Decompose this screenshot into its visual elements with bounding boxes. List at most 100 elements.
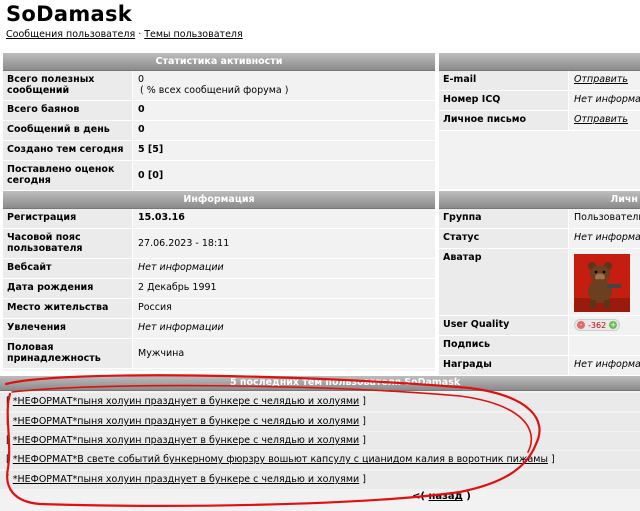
stat-row: Всего полезных сообщений 0( % всех сообщ…: [3, 71, 435, 101]
info-label: Дата рождения: [3, 279, 133, 298]
breadcrumb-separator: ·: [138, 29, 142, 40]
bracket: ]: [550, 454, 555, 465]
personal-header: Личн: [439, 191, 640, 209]
bracket: ]: [362, 474, 366, 485]
info-label: Часовой пояс пользователя: [3, 229, 133, 258]
stat-value: 5 [5]: [133, 141, 435, 160]
info-header: Информация: [3, 191, 435, 209]
contact-header: [439, 53, 640, 71]
topic-link[interactable]: *НЕФОРМАТ*пыня холуин празднует в бункер…: [13, 474, 359, 485]
bracket: ]: [362, 416, 366, 427]
user-quality-cell: - -362 +: [569, 316, 640, 335]
personal-label: Группа: [439, 209, 569, 228]
breadcrumb: Сообщения пользователя · Темы пользователя: [6, 29, 243, 40]
contact-label: Личное письмо: [439, 111, 569, 130]
location-value: Россия: [133, 299, 435, 318]
useful-posts-count: 0: [138, 74, 145, 85]
timezone-value: 27.06.2023 - 18:11: [133, 229, 435, 258]
signature-value: [569, 336, 640, 355]
user-quality-widget: - -362 +: [574, 319, 621, 331]
last-topics-panel: 5 последних тем пользователя SoDamask [ …: [0, 376, 640, 511]
personal-label: Аватар: [439, 249, 569, 315]
back-nav: <( назад ): [412, 491, 471, 502]
personal-row: Награды Нет информации: [439, 356, 640, 376]
stat-row: Всего баянов 0: [3, 101, 435, 121]
info-label: Половая принадлежность: [3, 339, 133, 368]
back-suffix: ): [466, 491, 471, 502]
topic-link[interactable]: *НЕФОРМАТ*В свете событий бункерному фюр…: [13, 454, 548, 465]
awards-value: Нет информации: [569, 356, 640, 375]
topic-link[interactable]: *НЕФОРМАТ*пыня холуин празднует в бункер…: [13, 396, 359, 407]
status-value: Нет информации: [569, 229, 640, 248]
useful-posts-percent: ( % всех сообщений форума ): [140, 85, 289, 96]
stat-row: Поставлено оценок сегодня 0 [0]: [3, 161, 435, 191]
info-row: Половая принадлежность Мужчина: [3, 339, 435, 369]
website-value: Нет информации: [133, 259, 435, 278]
info-label: Вебсайт: [3, 259, 133, 278]
stat-value: 0: [133, 121, 435, 140]
topic-row: [ *НЕФОРМАТ*пыня холуин празднует в бунк…: [0, 413, 640, 431]
personal-row: Аватар: [439, 249, 640, 316]
contact-filler: [439, 131, 640, 189]
avatar: [574, 254, 630, 312]
stat-value: 0( % всех сообщений форума ): [133, 71, 435, 100]
user-posts-link[interactable]: Сообщения пользователя: [6, 29, 135, 40]
stat-label: Всего баянов: [3, 101, 133, 120]
back-link[interactable]: назад: [428, 491, 462, 502]
gender-value: Мужчина: [133, 339, 435, 368]
page-title: SoDamask: [6, 2, 133, 26]
info-panel: Информация Регистрация 15.03.16 Часовой …: [3, 191, 435, 371]
bracket: [: [6, 454, 10, 465]
avatar-cell: [569, 249, 640, 315]
hobbies-value: Нет информации: [133, 319, 435, 338]
info-label: Увлечения: [3, 319, 133, 338]
stat-value: 0: [133, 101, 435, 120]
info-row: Часовой пояс пользователя 27.06.2023 - 1…: [3, 229, 435, 259]
personal-row: User Quality - -362 +: [439, 316, 640, 336]
personal-row: Подпись: [439, 336, 640, 356]
birthdate-value: 2 Декабрь 1991: [133, 279, 435, 298]
private-message-link[interactable]: Отправить: [569, 111, 640, 130]
bracket: [: [6, 416, 10, 427]
email-send-link[interactable]: Отправить: [569, 71, 640, 90]
bracket: [: [6, 474, 10, 485]
bracket: [: [6, 396, 10, 407]
personal-label: User Quality: [439, 316, 569, 335]
bracket: [: [6, 435, 10, 446]
stat-label: Создано тем сегодня: [3, 141, 133, 160]
topic-row: [ *НЕФОРМАТ*пыня холуин празднует в бунк…: [0, 393, 640, 411]
bracket: ]: [362, 435, 366, 446]
stat-value: 0 [0]: [133, 161, 435, 190]
bracket: ]: [362, 396, 366, 407]
contact-row: Личное письмо Отправить: [439, 111, 640, 131]
registration-date: 15.03.16: [133, 209, 435, 228]
stat-label: Сообщений в день: [3, 121, 133, 140]
topic-link[interactable]: *НЕФОРМАТ*пыня холуин празднует в бункер…: [13, 416, 359, 427]
contact-label: E-mail: [439, 71, 569, 90]
contact-row: Номер ICQ Нет информации: [439, 91, 640, 111]
info-row: Дата рождения 2 Декабрь 1991: [3, 279, 435, 299]
rate-down-button[interactable]: -: [577, 321, 585, 329]
personal-panel: Личн Группа Пользователи Статус Нет инфо…: [439, 191, 640, 376]
user-topics-link[interactable]: Темы пользователя: [144, 29, 242, 40]
personal-label: Награды: [439, 356, 569, 375]
personal-row: Группа Пользователи: [439, 209, 640, 229]
activity-stats-header: Статистика активности: [3, 53, 435, 71]
stat-row: Сообщений в день 0: [3, 121, 435, 141]
info-row: Вебсайт Нет информации: [3, 259, 435, 279]
topic-row: [ *НЕФОРМАТ*пыня холуин празднует в бунк…: [0, 471, 640, 489]
stat-row: Создано тем сегодня 5 [5]: [3, 141, 435, 161]
topic-link[interactable]: *НЕФОРМАТ*пыня холуин празднует в бункер…: [13, 435, 359, 446]
rate-up-button[interactable]: +: [609, 321, 618, 329]
contact-panel: E-mail Отправить Номер ICQ Нет информаци…: [439, 53, 640, 189]
user-quality-score: -362: [588, 320, 607, 330]
topic-row: [ *НЕФОРМАТ*пыня холуин празднует в бунк…: [0, 432, 640, 450]
personal-label: Подпись: [439, 336, 569, 355]
contact-label: Номер ICQ: [439, 91, 569, 110]
info-row: Место жительства Россия: [3, 299, 435, 319]
group-value: Пользователи: [569, 209, 640, 228]
personal-label: Статус: [439, 229, 569, 248]
icq-value: Нет информации: [569, 91, 640, 110]
last-topics-header: 5 последних тем пользователя SoDamask: [0, 376, 640, 391]
topic-row: [ *НЕФОРМАТ*В свете событий бункерному ф…: [0, 451, 640, 469]
